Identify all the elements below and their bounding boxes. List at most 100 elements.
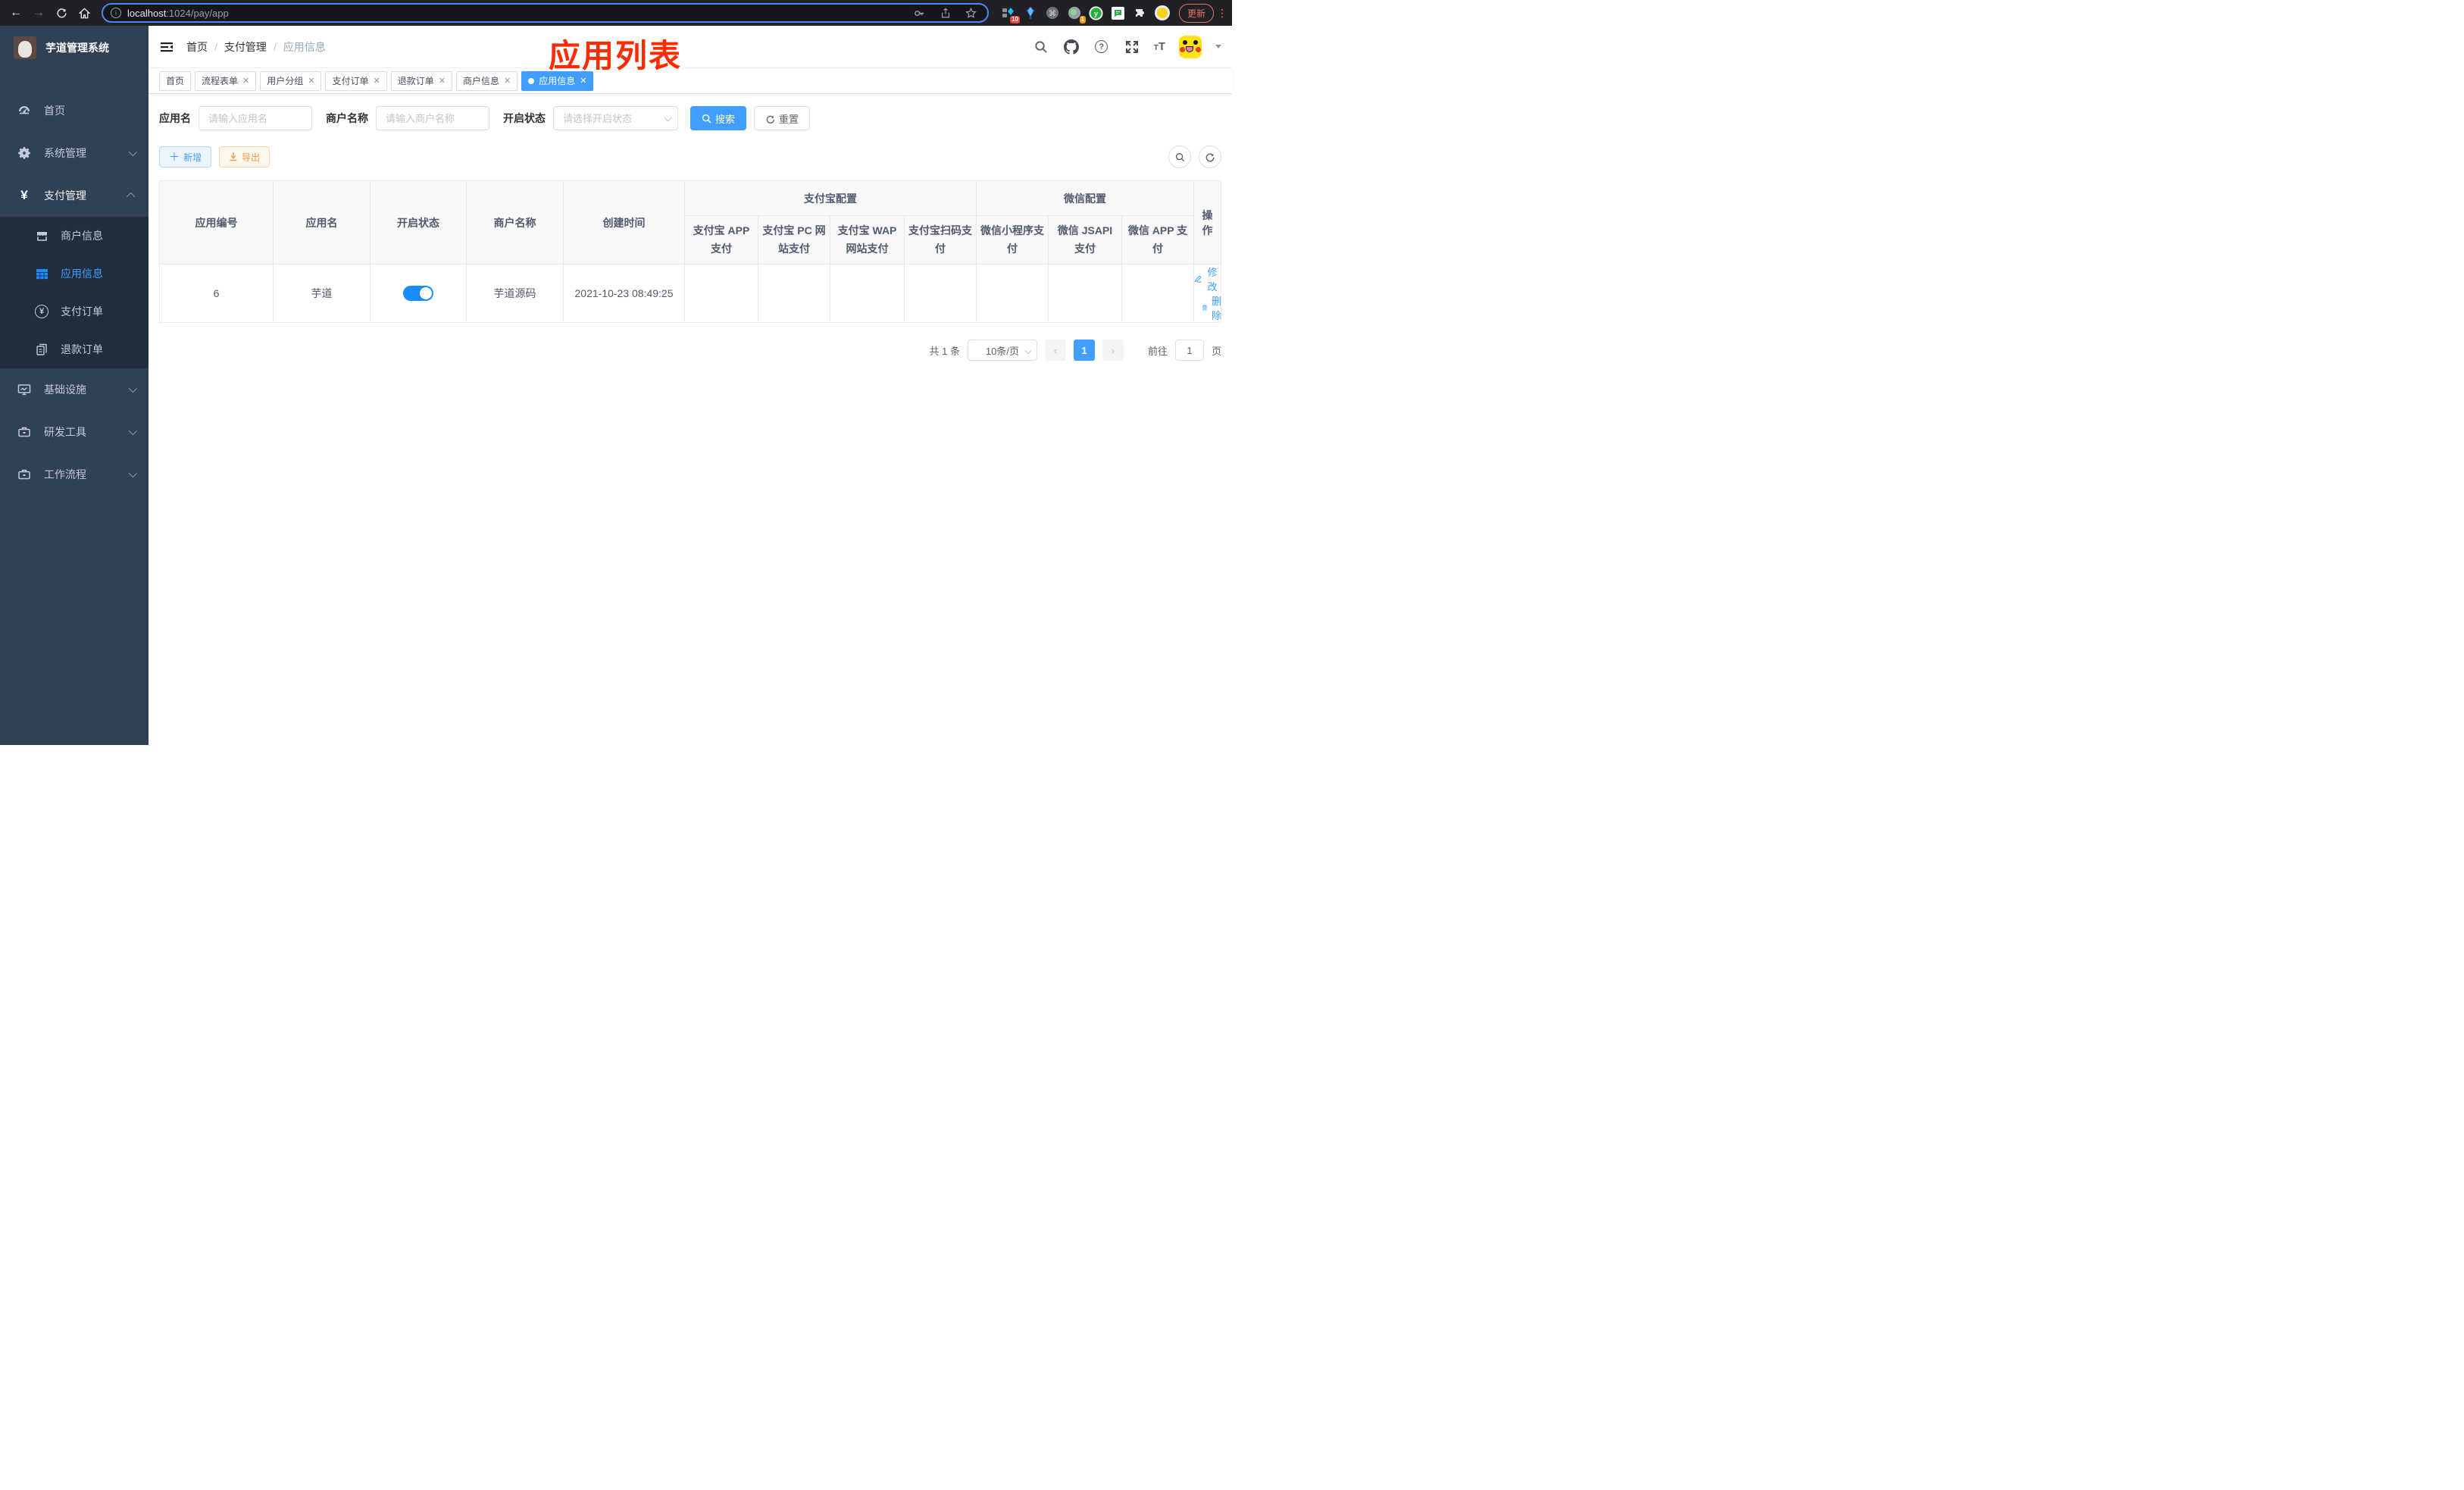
password-key-icon[interactable] — [911, 5, 928, 21]
status-select[interactable] — [553, 106, 678, 130]
chevron-down-icon — [128, 383, 138, 393]
enabled-switch[interactable] — [403, 286, 433, 301]
tab-pay-orders[interactable]: 支付订单 ✕ — [325, 70, 387, 91]
merchant-name-label: 商户名称 — [326, 112, 368, 124]
chevron-down-icon — [128, 426, 138, 436]
browser-reload-icon[interactable] — [52, 3, 71, 23]
col-alipay-pc: 支付宝 PC 网站支付 — [758, 215, 830, 265]
extension-command-icon[interactable]: ⌘ — [1045, 5, 1060, 20]
sidebar-item-infra[interactable]: 基础设施 — [0, 368, 149, 411]
close-icon[interactable]: ✕ — [504, 76, 511, 86]
chrome-update-button[interactable]: 更新 — [1178, 3, 1214, 23]
extension-chat-icon[interactable] — [1111, 5, 1126, 20]
address-bar[interactable]: i localhost:1024/pay/app — [102, 3, 989, 23]
close-icon[interactable]: ✕ — [374, 76, 380, 86]
col-wechat-jsapi: 微信 JSAPI 支付 — [1048, 215, 1122, 265]
col-alipay-wap: 支付宝 WAP 网站支付 — [830, 215, 905, 265]
group-alipay-config: 支付宝配置 — [684, 180, 977, 216]
top-navbar: 首页 / 支付管理 / 应用信息 ? TT — [149, 26, 1232, 68]
breadcrumb-home[interactable]: 首页 — [186, 39, 208, 55]
header-search-icon[interactable] — [1033, 39, 1049, 55]
close-icon[interactable]: ✕ — [308, 76, 314, 86]
browser-forward-icon[interactable]: → — [29, 3, 48, 23]
sidebar-item-workflow[interactable]: 工作流程 — [0, 453, 149, 496]
help-icon[interactable]: ? — [1093, 39, 1110, 55]
breadcrumb-payment[interactable]: 支付管理 — [224, 39, 267, 55]
site-info-icon[interactable]: i — [111, 8, 121, 18]
page-number-1[interactable]: 1 — [1073, 340, 1095, 361]
col-wechat-mini: 微信小程序支付 — [976, 215, 1049, 265]
chevron-down-icon — [128, 147, 138, 157]
browser-home-icon[interactable] — [74, 3, 94, 23]
app-logo — [14, 36, 36, 59]
group-wechat-config: 微信配置 — [975, 180, 1195, 216]
sidebar-item-pay-orders[interactable]: ¥ 支付订单 — [0, 293, 149, 330]
sidebar-item-system[interactable]: 系统管理 — [0, 132, 149, 174]
github-icon[interactable] — [1063, 39, 1080, 55]
close-icon[interactable]: ✕ — [242, 76, 249, 86]
share-icon[interactable] — [937, 5, 954, 21]
app-logo-row[interactable]: 芋道管理系统 — [0, 26, 149, 70]
edit-link[interactable]: 修改 — [1194, 265, 1221, 293]
total-count: 共 1 条 — [929, 345, 960, 357]
document-copy-icon — [33, 343, 50, 355]
search-button[interactable]: 搜索 — [690, 106, 747, 130]
toggle-search-button[interactable] — [1168, 146, 1191, 168]
cell-app-name: 芋道 — [273, 264, 371, 323]
extension-sketch-icon[interactable]: 10 — [1001, 5, 1020, 23]
extension-recorder-icon[interactable]: 1 — [1067, 5, 1086, 23]
app-name-input[interactable] — [199, 106, 312, 130]
sidebar-collapse-icon[interactable] — [159, 39, 174, 55]
browser-menu-icon[interactable]: ⋮ — [1217, 7, 1227, 20]
sidebar-item-payment[interactable]: ¥ 支付管理 — [0, 174, 149, 217]
sidebar-item-merchant-info[interactable]: 商户信息 — [0, 217, 149, 255]
plus-icon: ＋ — [169, 151, 180, 163]
reset-button[interactable]: 重置 — [754, 106, 811, 130]
tab-merchant-info[interactable]: 商户信息 ✕ — [455, 70, 518, 91]
col-status: 开启状态 — [370, 180, 467, 265]
app-name-label: 应用名 — [159, 112, 191, 124]
browser-back-icon[interactable]: ← — [6, 3, 26, 23]
annotation-title: 应用列表 — [549, 38, 683, 74]
table-toolbar: ＋ 新增 导出 — [159, 146, 1221, 168]
tab-process-form[interactable]: 流程表单 ✕ — [195, 70, 257, 91]
tab-refund-orders[interactable]: 退款订单 ✕ — [390, 70, 452, 91]
prev-page-button[interactable]: ‹ — [1044, 340, 1066, 361]
merchant-name-input[interactable] — [376, 106, 489, 130]
sidebar-item-home[interactable]: 首页 — [0, 89, 149, 132]
close-icon[interactable]: ✕ — [580, 76, 586, 86]
yen-circle-icon: ¥ — [33, 305, 50, 318]
col-merchant: 商户名称 — [466, 180, 564, 265]
font-size-icon[interactable]: TT — [1154, 40, 1165, 53]
cell-merchant: 芋道源码 — [466, 264, 564, 323]
user-avatar[interactable] — [1179, 35, 1202, 58]
sidebar-item-devtools[interactable]: 研发工具 — [0, 411, 149, 453]
export-button[interactable]: 导出 — [219, 146, 270, 167]
extensions-puzzle-icon[interactable] — [1133, 5, 1148, 20]
fullscreen-icon[interactable] — [1124, 39, 1140, 55]
page-size-select[interactable]: 10条/页 — [967, 340, 1037, 361]
extension-balloon-icon[interactable] — [1023, 5, 1038, 20]
close-icon[interactable]: ✕ — [439, 76, 446, 86]
tab-user-group[interactable]: 用户分组 ✕ — [260, 70, 322, 91]
next-page-button[interactable]: › — [1102, 340, 1124, 361]
refresh-table-button[interactable] — [1199, 146, 1221, 168]
breadcrumb: 首页 / 支付管理 / 应用信息 — [186, 39, 326, 55]
tab-home[interactable]: 首页 — [159, 70, 192, 91]
col-alipay-app: 支付宝 APP 支付 — [684, 215, 758, 265]
search-form: 应用名 商户名称 开启状态 搜索 重置 — [159, 106, 1221, 130]
chevron-down-icon — [128, 468, 138, 478]
profile-avatar-emoji[interactable] — [1154, 5, 1170, 20]
goto-page-input[interactable] — [1174, 340, 1204, 361]
url-text: localhost:1024/pay/app — [127, 7, 229, 19]
sidebar-item-app-info[interactable]: 应用信息 — [0, 255, 149, 293]
avatar-caret-icon[interactable] — [1215, 45, 1221, 49]
sidebar-item-refund-orders[interactable]: 退款订单 — [0, 330, 149, 368]
bookmark-star-icon[interactable] — [963, 5, 980, 21]
add-button[interactable]: ＋ 新增 — [159, 146, 212, 167]
delete-link[interactable]: 删除 — [1202, 293, 1223, 322]
col-wechat-app: 微信 APP 支付 — [1121, 215, 1195, 265]
breadcrumb-current: 应用信息 — [283, 40, 326, 53]
app-table: 应用编号 应用名 开启状态 商户名称 创建时间 支付宝配置 微信配置 操作 支付… — [159, 180, 1221, 323]
extension-y-icon[interactable]: y — [1089, 5, 1104, 20]
